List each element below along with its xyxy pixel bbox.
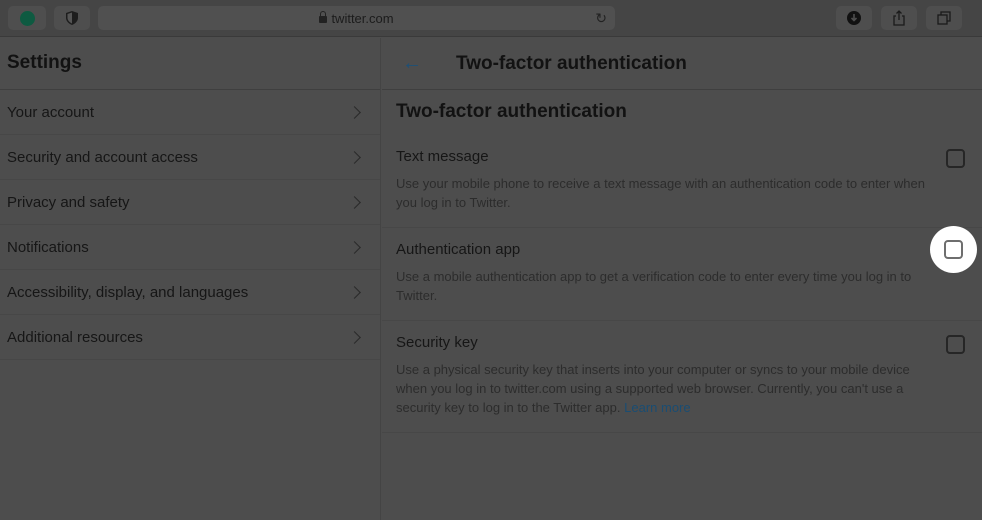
back-arrow-icon[interactable]: ← bbox=[382, 52, 442, 75]
sidebar-item-label: Your account bbox=[7, 103, 95, 121]
chevron-right-icon bbox=[348, 330, 361, 344]
sidebar-item-privacy[interactable]: Privacy and safety bbox=[0, 180, 380, 225]
tabs-overview-button[interactable] bbox=[926, 6, 962, 30]
authentication-app-checkbox[interactable] bbox=[944, 240, 963, 259]
option-text-message: Text message Use your mobile phone to re… bbox=[382, 135, 982, 228]
sidebar-item-notifications[interactable]: Notifications bbox=[0, 225, 380, 270]
grammarly-extension-button[interactable] bbox=[8, 6, 46, 30]
tabs-overview-icon bbox=[937, 11, 951, 25]
two-factor-panel: ← Two-factor authentication Two-factor a… bbox=[382, 38, 982, 520]
sidebar-item-accessibility[interactable]: Accessibility, display, and languages bbox=[0, 270, 380, 315]
reload-icon[interactable]: ↻ bbox=[595, 10, 607, 27]
section-title: Two-factor authentication bbox=[396, 101, 627, 122]
sidebar-item-your-account[interactable]: Your account bbox=[0, 90, 380, 135]
chevron-right-icon bbox=[348, 240, 361, 254]
address-bar[interactable]: twitter.com ↻ bbox=[98, 6, 615, 30]
chevron-right-icon bbox=[348, 285, 361, 299]
highlight-circle bbox=[930, 226, 977, 273]
sidebar-item-label: Security and account access bbox=[7, 148, 198, 166]
download-icon bbox=[847, 11, 861, 25]
chevron-right-icon bbox=[348, 150, 361, 164]
option-label: Text message bbox=[396, 148, 489, 165]
option-description: Use your mobile phone to receive a text … bbox=[396, 176, 925, 210]
sidebar-item-label: Accessibility, display, and languages bbox=[7, 283, 249, 301]
option-description: Use a mobile authentication app to get a… bbox=[396, 269, 912, 303]
option-authentication-app: Authentication app Use a mobile authenti… bbox=[382, 226, 982, 321]
sidebar-item-label: Privacy and safety bbox=[7, 193, 130, 211]
option-label: Authentication app bbox=[396, 241, 521, 258]
page-header: ← Two-factor authentication bbox=[382, 38, 982, 90]
chevron-right-icon bbox=[348, 105, 361, 119]
browser-toolbar: twitter.com ↻ bbox=[0, 0, 982, 37]
lock-icon bbox=[319, 10, 328, 23]
privacy-shield-icon bbox=[66, 11, 78, 25]
sidebar-item-security[interactable]: Security and account access bbox=[0, 135, 380, 180]
page-title: Two-factor authentication bbox=[456, 52, 687, 74]
share-icon bbox=[893, 10, 905, 26]
url-text: twitter.com bbox=[331, 10, 394, 26]
option-description: Use a physical security key that inserts… bbox=[396, 360, 968, 417]
downloads-button[interactable] bbox=[836, 6, 872, 30]
sidebar-item-label: Notifications bbox=[7, 238, 89, 256]
security-key-checkbox[interactable] bbox=[946, 335, 965, 354]
share-button[interactable] bbox=[881, 6, 917, 30]
option-security-key: Security key Use a physical security key… bbox=[382, 321, 982, 433]
settings-title: Settings bbox=[0, 38, 380, 90]
settings-sidebar: Settings Your account Security and accou… bbox=[0, 38, 381, 520]
learn-more-link[interactable]: Learn more bbox=[624, 400, 690, 415]
privacy-report-button[interactable] bbox=[54, 6, 90, 30]
grammarly-icon bbox=[19, 10, 35, 26]
text-message-checkbox[interactable] bbox=[946, 149, 965, 168]
sidebar-item-additional-resources[interactable]: Additional resources bbox=[0, 315, 380, 360]
option-label: Security key bbox=[396, 334, 478, 351]
sidebar-item-label: Additional resources bbox=[7, 328, 143, 346]
chevron-right-icon bbox=[348, 195, 361, 209]
